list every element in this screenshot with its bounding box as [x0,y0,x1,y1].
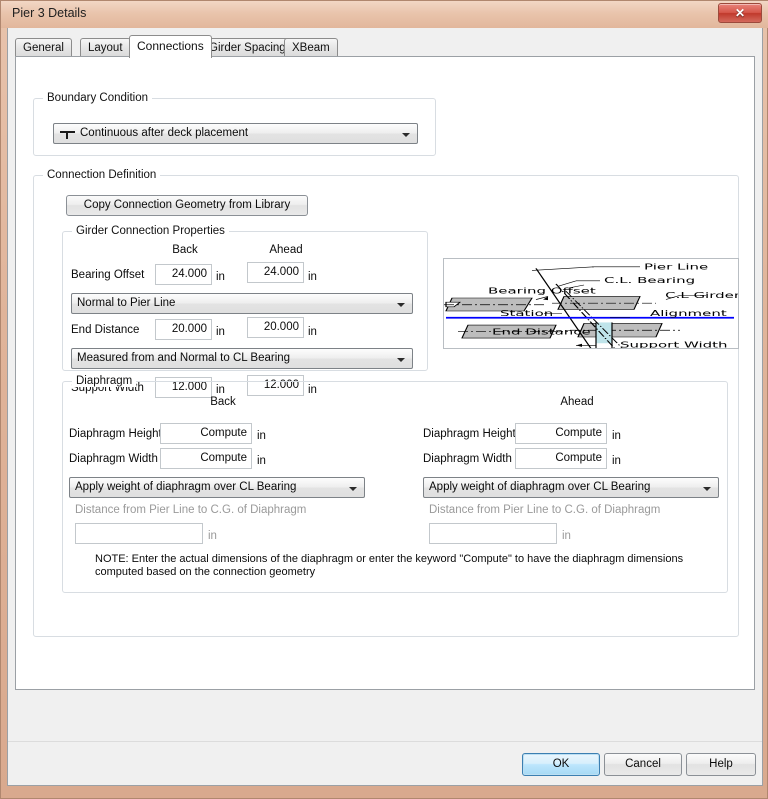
connection-geometry-diagram: Pier Line C.L. Bearing C.L Girder Bearin… [443,258,739,349]
tab-connections[interactable]: Connections [129,35,212,58]
boundary-condition-group: Boundary Condition Continuous after deck… [33,92,436,156]
bearing-offset-ahead-unit: in [308,271,317,283]
bearing-offset-back-input[interactable]: 24.000 [155,264,212,285]
diagram-label-bearing-offset: Bearing Offset [488,286,596,295]
diaphragm-distance-back-label: Distance from Pier Line to C.G. of Diaph… [75,504,307,516]
diaphragm-height-back-unit: in [257,430,266,442]
connections-tab-page: Boundary Condition Continuous after deck… [15,56,755,690]
window-title: Pier 3 Details [12,6,87,20]
end-distance-ahead-input[interactable]: 20.000 [247,317,304,338]
diaphragm-distance-ahead-input[interactable] [429,523,557,544]
diaphragm-column-header-back: Back [210,396,236,408]
diaphragm-distance-ahead-label: Distance from Pier Line to C.G. of Diaph… [429,504,661,516]
end-distance-measure-value: Measured from and Normal to CL Bearing [77,352,291,364]
ok-button[interactable]: OK [522,753,600,776]
bearing-offset-ahead-input[interactable]: 24.000 [247,262,304,283]
pier-details-window: Pier 3 Details ✕ General Layout Connecti… [0,0,768,799]
diagram-label-end-distance: End Distance [492,327,591,336]
tab-general[interactable]: General [15,38,72,57]
end-distance-ahead-unit: in [308,326,317,338]
end-distance-back-unit: in [216,326,225,338]
title-bar: Pier 3 Details ✕ [1,1,768,28]
diaphragm-height-ahead-label: Diaphragm Height [423,428,516,440]
diaphragm-width-ahead-label: Diaphragm Width [423,453,512,465]
boundary-condition-legend: Boundary Condition [43,92,153,104]
cancel-button[interactable]: Cancel [604,753,682,776]
diaphragm-distance-back-input[interactable] [75,523,203,544]
diagram-label-support-width: Support Width [620,340,727,349]
chevron-down-icon [397,303,405,307]
diaphragm-height-back-label: Diaphragm Height [69,428,162,440]
pier-support-icon [60,129,75,140]
diagram-label-station: Station [500,309,553,318]
diaphragm-width-ahead-unit: in [612,455,621,467]
bearing-offset-measure-value: Normal to Pier Line [77,297,176,309]
diagram-label-alignment: Alignment [650,309,727,318]
chevron-down-icon [402,133,410,137]
diaphragm-weight-ahead-combo[interactable]: Apply weight of diaphragm over CL Bearin… [423,477,719,498]
column-header-ahead: Ahead [269,244,303,256]
girder-connection-properties-legend: Girder Connection Properties [72,225,229,237]
client-area: General Layout Connections Girder Spacin… [7,28,763,786]
diaphragm-height-ahead-unit: in [612,430,621,442]
diaphragm-width-back-unit: in [257,455,266,467]
diaphragm-distance-ahead-unit: in [562,530,571,542]
diagram-label-cl-bearing: C.L. Bearing [604,276,695,285]
tab-girder-spacing[interactable]: Girder Spacing [201,38,294,57]
diaphragm-legend: Diaphragm [72,375,137,387]
copy-connection-geometry-button[interactable]: Copy Connection Geometry from Library [66,195,308,216]
diagram-label-pier-line: Pier Line [644,262,708,271]
close-button[interactable]: ✕ [718,3,762,23]
column-header-back: Back [172,244,198,256]
connection-geometry-svg: Pier Line C.L. Bearing C.L Girder Bearin… [444,259,739,349]
diaphragm-group: Diaphragm Back Ahead Diaphragm Height Co… [62,375,728,593]
bearing-offset-back-unit: in [216,271,225,283]
diaphragm-note: NOTE: Enter the actual dimensions of the… [95,553,684,578]
girder-connection-properties-group: Girder Connection Properties Back Ahead … [62,225,428,398]
bearing-offset-measure-combo[interactable]: Normal to Pier Line [71,293,413,314]
help-button[interactable]: Help [686,753,756,776]
diaphragm-height-ahead-input[interactable]: Compute [515,423,607,444]
chevron-down-icon [703,487,711,491]
dialog-footer: OK Cancel Help [8,741,762,785]
chevron-down-icon [349,487,357,491]
diaphragm-width-back-label: Diaphragm Width [69,453,158,465]
end-distance-label: End Distance [71,324,140,336]
tab-xbeam[interactable]: XBeam [284,38,338,57]
tab-strip: General Layout Connections Girder Spacin… [15,35,755,58]
close-icon: ✕ [734,6,746,20]
diaphragm-weight-back-combo[interactable]: Apply weight of diaphragm over CL Bearin… [69,477,365,498]
tab-layout[interactable]: Layout [80,38,131,57]
diaphragm-distance-back-unit: in [208,530,217,542]
diaphragm-weight-back-value: Apply weight of diaphragm over CL Bearin… [75,481,297,493]
boundary-condition-value: Continuous after deck placement [80,127,249,139]
connection-definition-legend: Connection Definition [43,169,161,181]
diaphragm-width-ahead-input[interactable]: Compute [515,448,607,469]
boundary-condition-combo[interactable]: Continuous after deck placement [53,123,418,144]
diaphragm-width-back-input[interactable]: Compute [160,448,252,469]
end-distance-back-input[interactable]: 20.000 [155,319,212,340]
diaphragm-height-back-input[interactable]: Compute [160,423,252,444]
diagram-label-cl-girder: C.L Girder [665,291,739,300]
diaphragm-column-header-ahead: Ahead [560,396,594,408]
chevron-down-icon [397,358,405,362]
bearing-offset-label: Bearing Offset [71,269,145,281]
diaphragm-weight-ahead-value: Apply weight of diaphragm over CL Bearin… [429,481,651,493]
connection-definition-group: Connection Definition Copy Connection Ge… [33,169,739,637]
end-distance-measure-combo[interactable]: Measured from and Normal to CL Bearing [71,348,413,369]
